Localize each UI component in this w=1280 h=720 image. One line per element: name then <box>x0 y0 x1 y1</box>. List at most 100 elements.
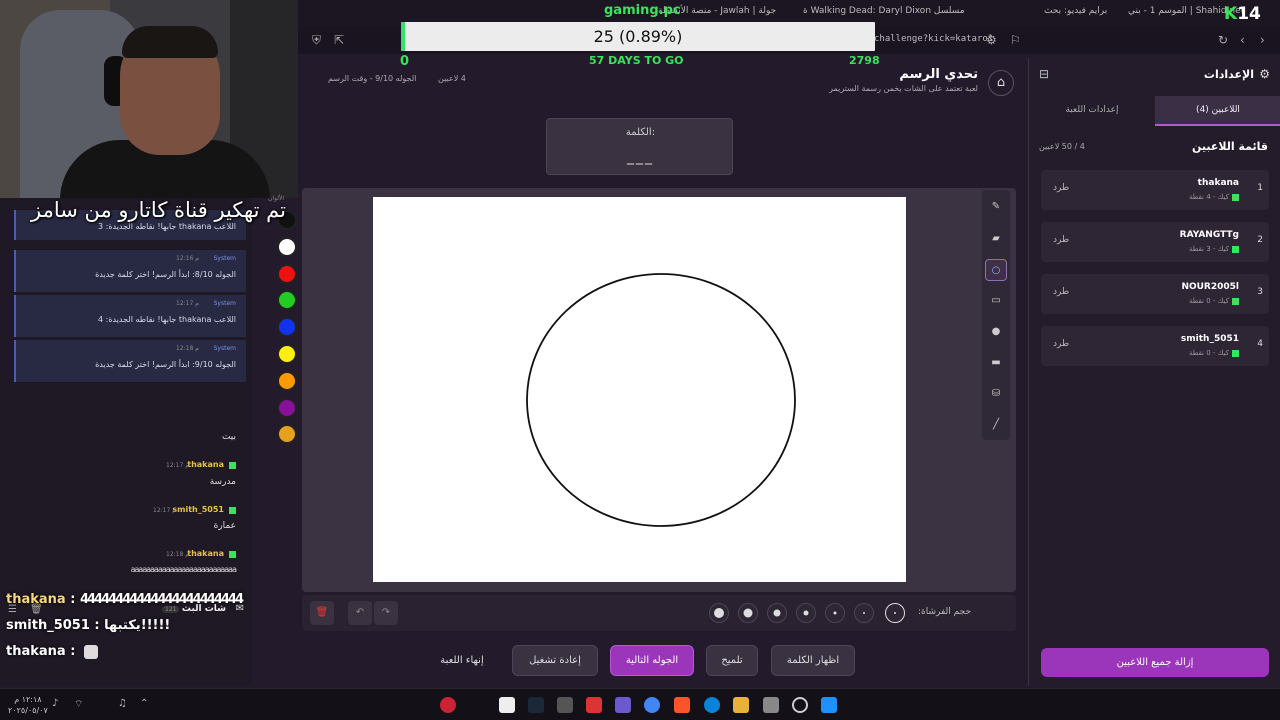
gear-icon: ⚙ <box>1259 67 1270 81</box>
filled-rect-icon[interactable]: ▬ <box>985 352 1007 374</box>
drawing-canvas[interactable] <box>373 197 906 582</box>
steam-icon[interactable] <box>528 697 544 713</box>
discord-icon[interactable] <box>615 697 631 713</box>
edge-icon[interactable] <box>704 697 720 713</box>
word-value: ___ <box>627 149 654 165</box>
settings-title: الإعدادات <box>1203 68 1254 81</box>
chat-username[interactable]: thakana <box>187 460 224 469</box>
reload-icon[interactable]: ↻ <box>1218 33 1228 47</box>
chat-username[interactable]: smith_5051 <box>172 505 224 514</box>
chat-username[interactable]: thakana <box>187 549 224 558</box>
bookmark-icon[interactable]: ⚐ <box>1010 33 1021 47</box>
color-swatch[interactable] <box>277 317 297 338</box>
taskbar: ١٢:١٨ م ٢٠٢٥/٠٥/٠٧ ♪ ⌔ ♫ ⌃ <box>0 688 1280 720</box>
drawing-svg <box>526 273 796 527</box>
app-header: ⌂ تحدي الرسم لعبة تعتمد على الشات يخمن ر… <box>298 62 1020 102</box>
kick-icon <box>229 462 236 469</box>
hint-button[interactable]: تلميح <box>706 645 758 676</box>
player-row: 2 RAYANGTTg كيك - 3 نقطة طرد <box>1041 222 1269 262</box>
brave-icon[interactable] <box>674 697 690 713</box>
overlay-chat-line: thakana : 44444444444444444444444 <box>6 592 244 607</box>
task-view-icon[interactable] <box>763 697 779 713</box>
url-text[interactable]: challenge?kick=kataro1 <box>874 34 993 44</box>
brush-size-option[interactable] <box>825 603 845 623</box>
message-time: 12:17 م <box>176 300 199 307</box>
color-swatch[interactable] <box>277 263 297 284</box>
trash-icon[interactable]: 🗑 <box>310 601 334 625</box>
player-name: thakana <box>1197 178 1239 188</box>
kick-player-button[interactable]: طرد <box>1053 339 1069 349</box>
drawn-circle <box>526 273 796 527</box>
restart-button[interactable]: إعادة تشغيل <box>512 645 598 676</box>
tab-players[interactable]: اللاعبين (4) <box>1155 96 1280 126</box>
share-icon[interactable]: ⇱ <box>334 33 344 47</box>
player-list-count: 4 / 50 لاعبين <box>1039 142 1085 151</box>
tune-icon[interactable]: ⚙ <box>986 33 997 47</box>
redo-icon[interactable]: ↷ <box>374 601 398 625</box>
chrome-icon[interactable] <box>644 697 660 713</box>
player-name: NOUR2005l <box>1181 282 1239 292</box>
pencil-icon[interactable]: ✎ <box>985 196 1007 218</box>
filled-circle-icon[interactable]: ● <box>985 321 1007 343</box>
remove-all-players-button[interactable]: إزالة جميع اللاعبين <box>1041 648 1269 677</box>
brush-size-option[interactable] <box>796 603 816 623</box>
undo-icon[interactable]: ↶ <box>348 601 372 625</box>
show-word-button[interactable]: اظهار الكلمة <box>771 645 855 676</box>
back-icon[interactable]: ‹ <box>1240 33 1245 47</box>
fill-bucket-icon[interactable]: ⛁ <box>985 383 1007 405</box>
brush-size-option[interactable] <box>709 603 729 623</box>
network-icon[interactable]: ⌔ <box>74 698 83 711</box>
volume-icon[interactable]: ♪ <box>52 698 58 709</box>
overlay-chat-line: smith_5051 : يكتبها!!!!! <box>6 618 171 633</box>
app-icon[interactable] <box>499 697 515 713</box>
player-rank: 3 <box>1257 287 1263 297</box>
brush-size-option[interactable] <box>767 603 787 623</box>
color-swatch[interactable] <box>277 424 297 445</box>
chat-message-text: بيت <box>221 432 236 442</box>
brush-size-option[interactable] <box>854 603 874 623</box>
line-tool-icon[interactable]: ╱ <box>985 414 1007 436</box>
color-swatch[interactable] <box>277 236 297 257</box>
color-swatch[interactable] <box>277 370 297 391</box>
forward-icon[interactable]: › <box>1260 33 1265 47</box>
kick-player-button[interactable]: طرد <box>1053 183 1069 193</box>
next-round-button[interactable]: الجوله التالية <box>610 645 694 676</box>
chevron-up-icon[interactable]: ⌃ <box>140 698 148 709</box>
app-icon[interactable] <box>586 697 602 713</box>
color-swatch[interactable] <box>277 290 297 311</box>
tab-game-settings[interactable]: إعدادات اللعبة <box>1029 96 1155 126</box>
player-name: RAYANGTTg <box>1179 230 1239 240</box>
kick-icon <box>229 507 236 514</box>
brush-size-option-selected[interactable] <box>885 603 905 623</box>
brush-size-option[interactable] <box>738 603 758 623</box>
color-palette <box>272 188 302 468</box>
player-list-title: قائمة اللاعبين <box>1192 140 1268 153</box>
circle-tool-icon[interactable]: ○ <box>985 259 1007 281</box>
tool-bar: ✎ ▰ ○ ▭ ● ▬ ⛁ ╱ <box>982 190 1010 440</box>
extension-icon[interactable]: ⛨ <box>312 33 321 48</box>
eraser-icon[interactable]: ▰ <box>985 228 1007 250</box>
obs-icon[interactable] <box>440 697 456 713</box>
windows-start-icon[interactable] <box>821 697 837 713</box>
end-game-button[interactable]: إنهاء اللعبة <box>422 645 502 676</box>
screen: برايم فيديو: بحث Shahid.net | الموسم 1 -… <box>0 0 1280 720</box>
settings-icon[interactable] <box>557 697 573 713</box>
browser-tab[interactable]: مسلسل Walking Dead: Daryl Dixon ة <box>803 6 965 16</box>
kick-icon <box>1232 297 1239 305</box>
kick-icon <box>1232 245 1239 253</box>
rectangle-tool-icon[interactable]: ▭ <box>985 290 1007 312</box>
browser-tab[interactable]: برايم فيديو: بحث <box>1044 6 1107 16</box>
mic-icon[interactable]: ♫ <box>118 698 127 709</box>
folder-icon[interactable] <box>733 697 749 713</box>
color-swatch[interactable] <box>277 344 297 364</box>
webcam-feed <box>0 0 298 198</box>
kick-player-button[interactable]: طرد <box>1053 235 1069 245</box>
player-meta: كيك - 0 نقطة <box>1189 297 1239 305</box>
player-meta: كيك - 0 نقطة <box>1189 349 1239 357</box>
search-icon[interactable] <box>792 697 808 713</box>
system-clock: ١٢:١٨ م ٢٠٢٥/٠٥/٠٧ <box>8 695 48 715</box>
color-swatch[interactable] <box>277 397 297 418</box>
home-button[interactable]: ⌂ <box>988 70 1014 96</box>
collapse-panel-icon[interactable]: ⊟ <box>1039 67 1049 81</box>
kick-player-button[interactable]: طرد <box>1053 287 1069 297</box>
